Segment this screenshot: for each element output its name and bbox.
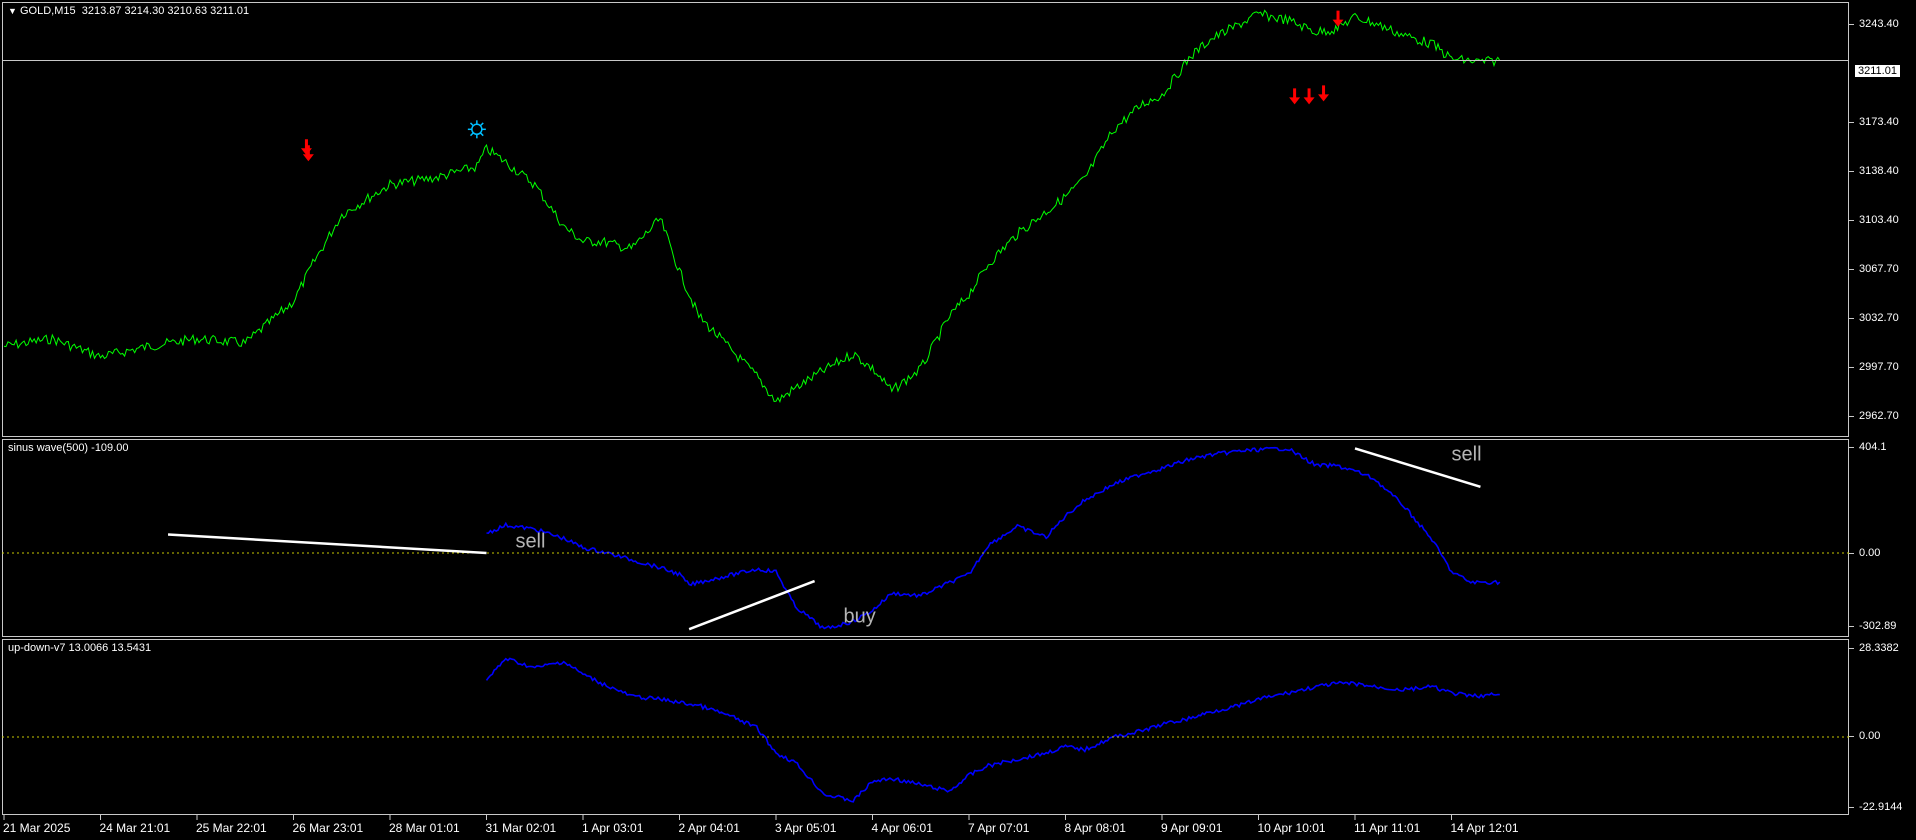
xtick: 2 Apr 04:01 [678, 821, 740, 835]
trend-line [688, 579, 816, 631]
ytick: 3067.70 [1849, 263, 1899, 275]
xtick: 1 Apr 03:01 [582, 821, 644, 835]
ytick: 28.3382 [1849, 642, 1899, 654]
ytick: 3138.40 [1849, 165, 1899, 177]
annotation-sell: sell [515, 531, 545, 553]
xtick: 31 Mar 02:01 [485, 821, 557, 835]
xtick: 26 Mar 23:01 [292, 821, 364, 835]
annotation-sell: sell [1452, 443, 1482, 465]
xtick: 8 Apr 08:01 [1064, 821, 1126, 835]
ytick: 2962.70 [1849, 410, 1899, 422]
chart-window[interactable]: ▼ GOLD,M15 3213.87 3214.30 3210.63 3211.… [0, 0, 1916, 840]
sell-arrow-icon [302, 145, 314, 162]
ytick: 3032.70 [1849, 312, 1899, 324]
ytick: 0.00 [1848, 547, 1881, 559]
star-icon [467, 120, 486, 139]
ytick: 2997.70 [1849, 361, 1899, 373]
sinus-wave-line [486, 446, 1501, 630]
ytick: 3173.40 [1849, 116, 1899, 128]
sell-arrow-icon [1289, 88, 1301, 105]
ytick: 404.1 [1849, 441, 1887, 453]
xtick: 3 Apr 05:01 [775, 821, 837, 835]
xtick: 4 Apr 06:01 [871, 821, 933, 835]
xtick: 25 Mar 22:01 [196, 821, 267, 835]
ytick: -302.89 [1848, 620, 1897, 632]
annotation-buy: buy [844, 606, 876, 628]
xtick: 11 Apr 11:01 [1354, 821, 1421, 835]
sell-arrow-icon [1303, 88, 1315, 105]
trend-line [167, 533, 487, 555]
sell-arrow-icon [1318, 85, 1330, 102]
xtick: 21 Mar 2025 [3, 821, 71, 835]
xtick: 9 Apr 09:01 [1161, 821, 1223, 835]
xtick: 24 Mar 21:01 [99, 821, 171, 835]
ytick: 0.00 [1848, 730, 1881, 742]
chart-plot-area: sell buy sell [2, 9, 1849, 820]
xtick: 10 Apr 10:01 [1257, 821, 1326, 835]
xtick: 14 Apr 12:01 [1450, 821, 1519, 835]
up-down-line [485, 657, 1500, 803]
xtick: 28 Mar 01:01 [389, 821, 460, 835]
sinus-y-axis[interactable]: 404.1 0.00 -302.89 [1848, 439, 1916, 637]
ytick: 3103.40 [1849, 214, 1899, 226]
xtick: 7 Apr 07:01 [968, 821, 1030, 835]
up-down-y-axis[interactable]: 28.3382 0.00 -22.9144 [1848, 639, 1916, 815]
ytick: -22.9144 [1848, 801, 1903, 813]
price-line [3, 9, 1501, 404]
ytick: 3243.40 [1849, 18, 1899, 30]
current-price-label: 3211.01 [1855, 65, 1900, 77]
sell-arrow-icon [300, 139, 312, 156]
price-y-axis[interactable]: 3243.40 3211.01 3173.40 3138.40 3103.40 … [1849, 2, 1916, 437]
